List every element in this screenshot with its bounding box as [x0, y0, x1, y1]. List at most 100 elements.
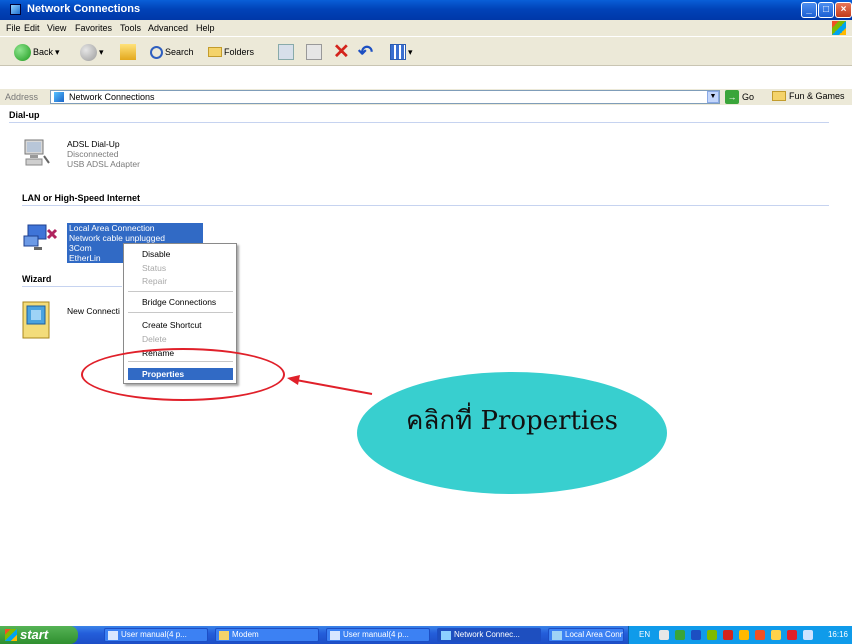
delete-icon: ✕: [333, 41, 350, 63]
group-heading-lan: LAN or High-Speed Internet: [22, 193, 141, 203]
connection-status: Disconnected: [67, 149, 119, 159]
taskbar: start User manual(4 p... Modem User manu…: [0, 626, 852, 644]
links-fun-games[interactable]: Fun & Games: [772, 91, 845, 101]
system-tray: EN 16:16: [628, 626, 852, 644]
taskbar-item[interactable]: Modem: [215, 628, 319, 642]
word-document-icon: [330, 631, 340, 640]
undo-icon: ↶: [358, 42, 374, 62]
address-bar: Address Network Connections ▼ → Go Fun &…: [0, 88, 852, 105]
tray-app-icon[interactable]: [755, 630, 765, 640]
forward-button[interactable]: ▾: [80, 43, 104, 61]
move-to-button[interactable]: [278, 44, 294, 60]
network-status-icon[interactable]: [803, 630, 813, 640]
network-connections-icon: [10, 4, 21, 15]
menu-bar: File Edit View Favorites Tools Advanced …: [0, 20, 852, 36]
taskbar-item-label: User manual(4 p...: [121, 630, 187, 639]
new-connection-wizard[interactable]: New Connecti: [67, 306, 120, 316]
lan-connection-name[interactable]: Local Area Connection: [67, 223, 203, 233]
address-label: Address: [5, 92, 39, 102]
up-folder-button[interactable]: [120, 44, 136, 60]
menu-item-repair[interactable]: Repair: [128, 275, 233, 287]
network-connections-icon: [54, 92, 64, 102]
group-heading-dialup: Dial-up: [9, 110, 40, 120]
menu-tools[interactable]: Tools: [120, 23, 141, 33]
chevron-down-icon: ▾: [99, 46, 104, 57]
tray-app-icon[interactable]: [723, 630, 733, 640]
callout-bubble: คลิกที่ Properties: [357, 372, 667, 494]
menu-view[interactable]: View: [47, 23, 66, 33]
taskbar-item[interactable]: Network Connec...: [437, 628, 541, 642]
search-icon: [150, 45, 163, 59]
address-input[interactable]: Network Connections: [50, 90, 720, 104]
taskbar-item[interactable]: User manual(4 p...: [326, 628, 430, 642]
back-button[interactable]: Back ▾: [14, 43, 60, 61]
taskbar-item[interactable]: User manual(4 p...: [104, 628, 208, 642]
forward-arrow-icon: [80, 43, 97, 61]
dialup-connection-icon[interactable]: [22, 138, 52, 168]
callout-text: คลิกที่ Properties: [406, 406, 618, 436]
delete-button[interactable]: ✕: [333, 41, 350, 63]
lan-connection-status[interactable]: Network cable unplugged: [67, 233, 203, 243]
address-value: Network Connections: [69, 92, 155, 102]
menu-file[interactable]: File: [6, 23, 21, 33]
window-title: Network Connections: [27, 3, 141, 15]
highlight-ellipse: [81, 348, 285, 401]
tray-app-icon[interactable]: [707, 630, 717, 640]
tray-app-icon[interactable]: [691, 630, 701, 640]
menu-item-status[interactable]: Status: [128, 262, 233, 274]
menu-favorites[interactable]: Favorites: [75, 23, 112, 33]
menu-item-delete[interactable]: Delete: [128, 333, 233, 345]
views-icon: [390, 44, 406, 60]
taskbar-item-label: Network Connec...: [454, 630, 520, 639]
group-divider: [9, 122, 829, 123]
dialup-connection[interactable]: ADSL Dial-Up Disconnected USB ADSL Adapt…: [67, 139, 140, 169]
start-button[interactable]: start: [0, 626, 78, 644]
chevron-down-icon: ▾: [55, 46, 60, 57]
tray-app-icon[interactable]: [675, 630, 685, 640]
language-indicator[interactable]: EN: [639, 626, 650, 644]
start-label: start: [20, 627, 49, 642]
maximize-button[interactable]: □: [818, 2, 834, 18]
menu-item-bridge[interactable]: Bridge Connections: [128, 296, 233, 308]
annotation-arrow: [287, 375, 373, 395]
lan-connection-icon[interactable]: [22, 222, 58, 252]
chevron-down-icon: ▾: [408, 46, 413, 57]
minimize-button[interactable]: _: [801, 2, 817, 18]
folder-icon: [219, 631, 229, 640]
word-document-icon: [108, 631, 118, 640]
tray-app-icon[interactable]: [787, 630, 797, 640]
menu-item-disable[interactable]: Disable: [128, 248, 233, 260]
menu-advanced[interactable]: Advanced: [148, 23, 188, 33]
windows-logo-icon: [5, 629, 17, 641]
go-button[interactable]: → Go: [725, 90, 754, 104]
toolbar: Back ▾ ▾ Search Folders ✕ ↶ ▾: [0, 36, 852, 66]
menu-edit[interactable]: Edit: [24, 23, 40, 33]
copy-to-icon: [306, 44, 322, 60]
search-button[interactable]: Search: [150, 44, 194, 60]
up-folder-icon: [120, 44, 136, 60]
go-arrow-icon: →: [725, 90, 739, 104]
folders-button[interactable]: Folders: [208, 44, 254, 60]
new-connection-wizard-icon[interactable]: [22, 301, 52, 341]
taskbar-item-label: User manual(4 p...: [343, 630, 409, 639]
tray-app-icon[interactable]: [739, 630, 749, 640]
windows-logo-icon: [832, 21, 846, 35]
views-button[interactable]: ▾: [390, 44, 413, 60]
volume-icon[interactable]: [771, 630, 781, 640]
taskbar-item[interactable]: Local Area Conn...: [548, 628, 624, 642]
help-icon[interactable]: [659, 630, 669, 640]
address-dropdown-button[interactable]: ▼: [707, 91, 719, 103]
go-label: Go: [742, 92, 755, 102]
close-button[interactable]: ×: [835, 2, 852, 18]
connection-name: ADSL Dial-Up: [67, 139, 120, 149]
connection-device: USB ADSL Adapter: [67, 159, 140, 169]
menu-help[interactable]: Help: [196, 23, 215, 33]
back-label: Back: [33, 47, 54, 57]
title-bar: Network Connections _ □ ×: [0, 0, 852, 20]
undo-button[interactable]: ↶: [358, 42, 374, 62]
folders-label: Folders: [224, 47, 255, 57]
lan-connection-device[interactable]: 3Com EtherLin: [67, 243, 123, 263]
copy-to-button[interactable]: [306, 44, 322, 60]
group-divider: [22, 286, 122, 287]
menu-item-create-shortcut[interactable]: Create Shortcut: [128, 319, 233, 331]
